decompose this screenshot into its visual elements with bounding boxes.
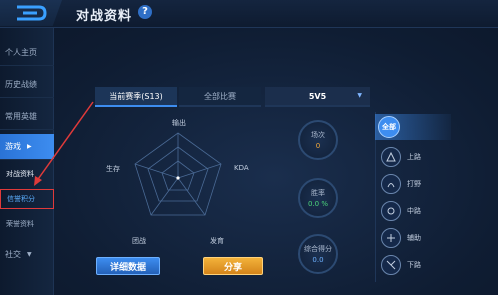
help-icon[interactable]: ? [138, 5, 152, 19]
sidebar-item-social[interactable]: 社交 ▼ [0, 241, 54, 267]
role-label: 上路 [407, 153, 421, 161]
role-top[interactable]: 上路 [375, 144, 451, 170]
role-filter: 全部 上路 打野 中路 辅助 下路 [375, 112, 498, 295]
sidebar-subitem-credit-score[interactable]: 信誉积分 [0, 189, 54, 209]
stat-winrate: 胜率 0.0 % [298, 178, 338, 218]
app-root: 对战资料 ? 个人主页 历史战绩 常用英雄 游戏 ▶ 对战资料 信誉积分 荣誉资… [0, 0, 498, 295]
stat-label: 胜率 [311, 189, 325, 197]
top-bar: 对战资料 ? [0, 0, 498, 28]
tab-all-matches[interactable]: 全部比赛 [179, 87, 261, 107]
share-button[interactable]: 分享 [203, 257, 263, 275]
role-label: 打野 [407, 180, 421, 188]
radar-label-kda: KDA [234, 164, 249, 172]
sidebar-subitem-label: 信誉积分 [7, 195, 35, 203]
sidebar-subitem-label: 荣誉资料 [6, 220, 34, 228]
sidebar-item-label: 游戏 [5, 142, 21, 151]
tab-label: 当前赛季(S13) [109, 91, 163, 101]
sidebar-item-label: 历史战绩 [5, 80, 37, 89]
jungle-icon [381, 174, 401, 194]
tab-current-season[interactable]: 当前赛季(S13) [95, 87, 177, 107]
radar-label-survival: 生存 [106, 165, 120, 173]
radar-axis [177, 177, 206, 216]
back-button[interactable] [0, 0, 62, 26]
chevron-right-icon: ▶ [27, 143, 32, 150]
tab-label: 全部比赛 [204, 91, 236, 101]
stat-matches: 场次 0 [298, 120, 338, 160]
filter-tabs: 当前赛季(S13) 全部比赛 5V5 ▼ [95, 87, 370, 107]
sidebar-item-label: 个人主页 [5, 48, 37, 57]
page-title: 对战资料 [76, 9, 133, 24]
sidebar-item-profile[interactable]: 个人主页 [0, 40, 54, 66]
stat-value: 0 [315, 142, 321, 150]
role-label: 下路 [407, 261, 421, 269]
top-lane-icon [381, 147, 401, 167]
detail-data-button[interactable]: 详细数据 [96, 257, 160, 275]
radar-center-dot [176, 176, 180, 180]
mode-dropdown[interactable]: 5V5 ▼ [265, 87, 370, 107]
radar-label-output: 输出 [172, 119, 186, 127]
radar-axis [150, 177, 179, 216]
all-icon: 全部 [378, 116, 400, 138]
radar-chart [134, 132, 222, 216]
stat-score: 综合得分 0.0 [298, 234, 338, 274]
sidebar: 个人主页 历史战绩 常用英雄 游戏 ▶ 对战资料 信誉积分 荣誉资料 社交 ▼ [0, 28, 54, 295]
sidebar-item-heroes[interactable]: 常用英雄 [0, 104, 54, 130]
chevron-down-icon: ▼ [357, 92, 362, 99]
sidebar-subitem-label: 对战资料 [6, 170, 34, 178]
sidebar-item-label: 社交 [5, 249, 21, 259]
stat-label: 综合得分 [304, 245, 332, 253]
stat-value: 0.0 % [307, 200, 328, 208]
radar-label-growth: 发育 [210, 237, 224, 245]
support-icon [381, 228, 401, 248]
sidebar-subitem-honor[interactable]: 荣誉资料 [0, 214, 54, 234]
bot-lane-icon [381, 255, 401, 275]
role-label: 中路 [407, 207, 421, 215]
role-label: 辅助 [407, 234, 421, 242]
stat-value: 0.0 [312, 256, 324, 264]
sidebar-item-history[interactable]: 历史战绩 [0, 72, 54, 98]
mode-label: 5V5 [308, 91, 327, 101]
chevron-down-icon: ▼ [27, 250, 32, 258]
back-arrow-icon [17, 5, 47, 21]
sidebar-item-label: 常用英雄 [5, 112, 37, 121]
sidebar-subitem-battle-data[interactable]: 对战资料 [0, 164, 54, 184]
role-mid[interactable]: 中路 [375, 198, 451, 224]
role-support[interactable]: 辅助 [375, 225, 451, 251]
role-all[interactable]: 全部 [375, 114, 451, 140]
mid-lane-icon [381, 201, 401, 221]
sidebar-item-game[interactable]: 游戏 ▶ [0, 134, 54, 160]
radar-label-teamfight: 团战 [132, 237, 146, 245]
role-bot[interactable]: 下路 [375, 252, 451, 278]
role-jungle[interactable]: 打野 [375, 171, 451, 197]
stat-label: 场次 [311, 131, 325, 139]
